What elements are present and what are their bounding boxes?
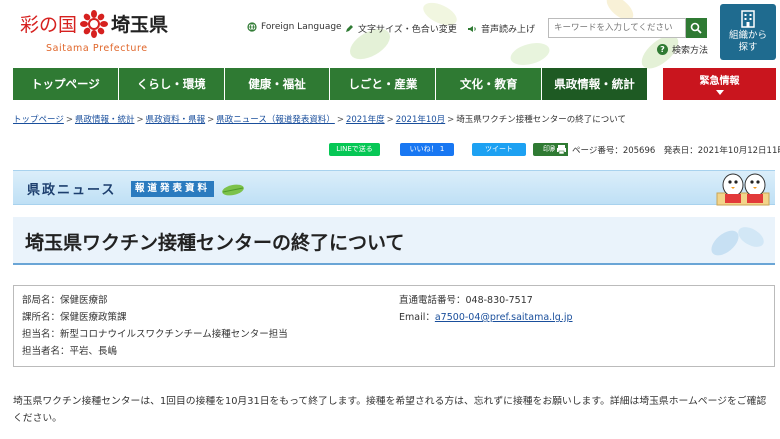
search-help-label: 検索方法 [672, 46, 709, 56]
contact-person: 担当者名：平岩、長嶋 [22, 346, 118, 357]
division: 課所名：保健医療政策課 [22, 312, 127, 323]
site-header: 彩の国 埼玉県 Saitama Prefecture Foreign Langu… [0, 0, 780, 69]
logo-kuni: 彩の国 [20, 14, 78, 36]
logo-ken: 埼玉県 [111, 14, 169, 36]
pencil-icon [346, 24, 353, 32]
building-icon [741, 10, 755, 28]
contact-info-left: 部局名：保健医療部 課所名：保健医療政策課 担当名：新型コロナウイルスワクチンチ… [22, 292, 288, 360]
emergency-label: 緊急情報 [699, 76, 740, 87]
breadcrumb-link[interactable]: 2021年度 [346, 115, 385, 125]
nav-item-prefecture-info[interactable]: 県政情報・統計 [542, 68, 647, 100]
breadcrumb-link[interactable]: 2021年10月 [396, 115, 445, 125]
section: 担当名：新型コロナウイルスワクチンチーム接種センター担当 [22, 329, 288, 340]
search-input[interactable] [548, 18, 686, 38]
search-button[interactable] [686, 18, 707, 38]
breadcrumb-separator: > [136, 115, 144, 125]
press-release-badge: 報道発表資料 [131, 181, 215, 197]
email-row: Email：a7500-04@pref.saitama.lg.jp [399, 309, 573, 326]
nav-item-top[interactable]: トップページ [13, 68, 119, 100]
email-label: Email： [399, 312, 435, 323]
global-nav: トップページ くらし・環境 健康・福祉 しごと・産業 文化・教育 県政情報・統計 [13, 68, 647, 100]
line-share-button[interactable]: LINEで送る [329, 143, 380, 156]
org-button-line1: 組織から [728, 30, 767, 41]
voice-reading-label: 音声読み上げ [481, 25, 536, 35]
breadcrumb-current: 埼玉県ワクチン接種センターの終了について [456, 115, 627, 125]
contact-info-box: 部局名：保健医療部 課所名：保健医療政策課 担当名：新型コロナウイルスワクチンチ… [13, 285, 775, 367]
department: 部局名：保健医療部 [22, 295, 108, 306]
question-icon: ? [657, 44, 668, 55]
tweet-button[interactable]: ツイート [472, 143, 526, 156]
breadcrumb-link[interactable]: 県政ニュース（報道発表資料） [216, 115, 335, 125]
news-banner: 県政ニュース 報道発表資料 [13, 170, 775, 206]
search-icon [690, 22, 702, 34]
emergency-info-button[interactable]: 緊急情報 [663, 68, 776, 100]
foreign-language-link[interactable]: Foreign Language [247, 22, 342, 32]
leaf-decoration [711, 227, 764, 256]
nav-item-work[interactable]: しごと・産業 [330, 68, 437, 100]
article-body: 埼玉県ワクチン接種センターは、1回目の接種を10月31日をもって終了します。接種… [13, 396, 767, 424]
email-link[interactable]: a7500-04@pref.saitama.lg.jp [435, 312, 573, 323]
breadcrumb-separator: > [336, 115, 344, 125]
page-title: 埼玉県ワクチン接種センターの終了について [25, 232, 405, 254]
nav-item-health[interactable]: 健康・福祉 [224, 68, 331, 100]
contact-info-right: 直通電話番号：048-830-7517 Email：a7500-04@pref.… [399, 292, 573, 326]
nav-item-culture[interactable]: 文化・教育 [436, 68, 543, 100]
breadcrumb-separator: > [386, 115, 394, 125]
prefecture-emblem-icon [80, 10, 109, 38]
leaf-icon [222, 184, 244, 196]
breadcrumb-link[interactable]: 県政資料・県報 [146, 115, 206, 125]
text-size-color-label: 文字サイズ・色合い変更 [358, 25, 457, 35]
mascot-illustration-icon [716, 173, 770, 206]
caret-down-icon [715, 90, 724, 95]
printer-icon[interactable] [555, 143, 568, 156]
phone-number: 直通電話番号：048-830-7517 [399, 295, 533, 306]
search-help-link[interactable]: ? 検索方法 [657, 43, 708, 56]
org-search-button[interactable]: 組織から 探す [720, 4, 776, 60]
foreign-language-label: Foreign Language [261, 22, 342, 32]
breadcrumb: トップページ > 県政情報・統計 > 県政資料・県報 > 県政ニュース（報道発表資料） >20… [13, 113, 626, 125]
breadcrumb-separator: > [65, 115, 73, 125]
site-logo[interactable]: 彩の国 埼玉県 Saitama Prefecture [20, 8, 180, 58]
logo-text: 彩の国 埼玉県 [20, 10, 168, 38]
voice-reading-link[interactable]: 音声読み上げ [467, 22, 535, 35]
facebook-like-button[interactable]: いいね！ 1 [400, 143, 454, 156]
speaker-icon [468, 25, 476, 32]
org-button-line2: 探す [738, 42, 758, 53]
text-size-color-link[interactable]: 文字サイズ・色合い変更 [344, 22, 457, 35]
breadcrumb-separator: > [447, 115, 455, 125]
nav-item-living[interactable]: くらし・環境 [118, 68, 225, 100]
page-meta: ページ番号：205696 発表日：2021年10月12日11時 [572, 146, 780, 156]
globe-icon [247, 22, 257, 32]
breadcrumb-link[interactable]: トップページ [13, 115, 64, 125]
breadcrumb-separator: > [207, 115, 215, 125]
logo-subtitle: Saitama Prefecture [46, 43, 148, 54]
news-banner-title: 県政ニュース [27, 183, 117, 198]
page-title-box: 埼玉県ワクチン接種センターの終了について [13, 217, 775, 265]
breadcrumb-link[interactable]: 県政情報・統計 [75, 115, 135, 125]
